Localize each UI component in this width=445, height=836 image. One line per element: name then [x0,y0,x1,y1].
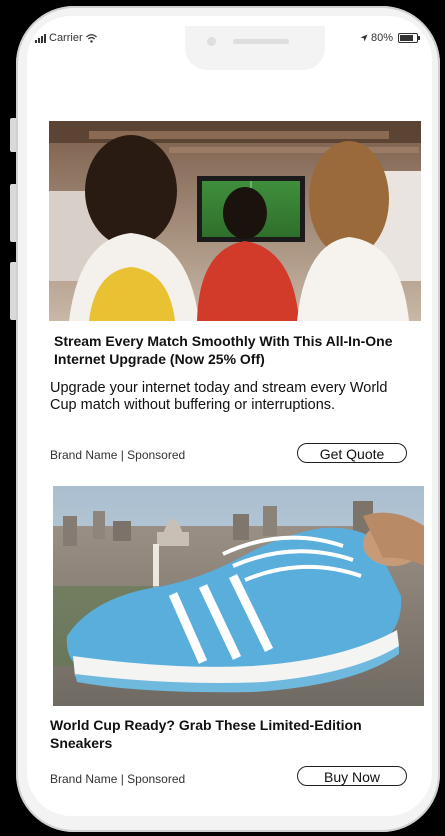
camera-icon [207,37,216,46]
ad-image-soccer-viewers[interactable] [49,121,421,321]
ad-brand-line: Brand Name | Sponsored [50,772,186,786]
phone-screen: Carrier 80% Stream Every Match Smoothly … [27,16,432,816]
ad-brand-line: Brand Name | Sponsored [50,448,186,462]
get-quote-button[interactable]: Get Quote [297,443,407,463]
carrier-label: Carrier [49,32,83,44]
buy-now-button[interactable]: Buy Now [297,766,407,786]
signal-icon [35,33,46,43]
wifi-icon [85,33,97,43]
ad-image-sneaker[interactable] [53,486,424,706]
phone-notch [185,26,325,70]
living-room-watching-soccer-image [49,121,421,321]
ad-headline[interactable]: World Cup Ready? Grab These Limited-Edit… [50,716,420,752]
status-bar-right: 80% [360,32,420,44]
ad-headline[interactable]: Stream Every Match Smoothly With This Al… [54,332,394,368]
speaker-grille [233,39,289,44]
blue-sneaker-city-image [53,486,424,706]
location-arrow-icon [360,34,368,42]
battery-percent: 80% [370,32,393,44]
ad-body: Upgrade your internet today and stream e… [50,380,388,413]
battery-icon [398,33,420,43]
status-bar-left: Carrier [35,32,97,44]
